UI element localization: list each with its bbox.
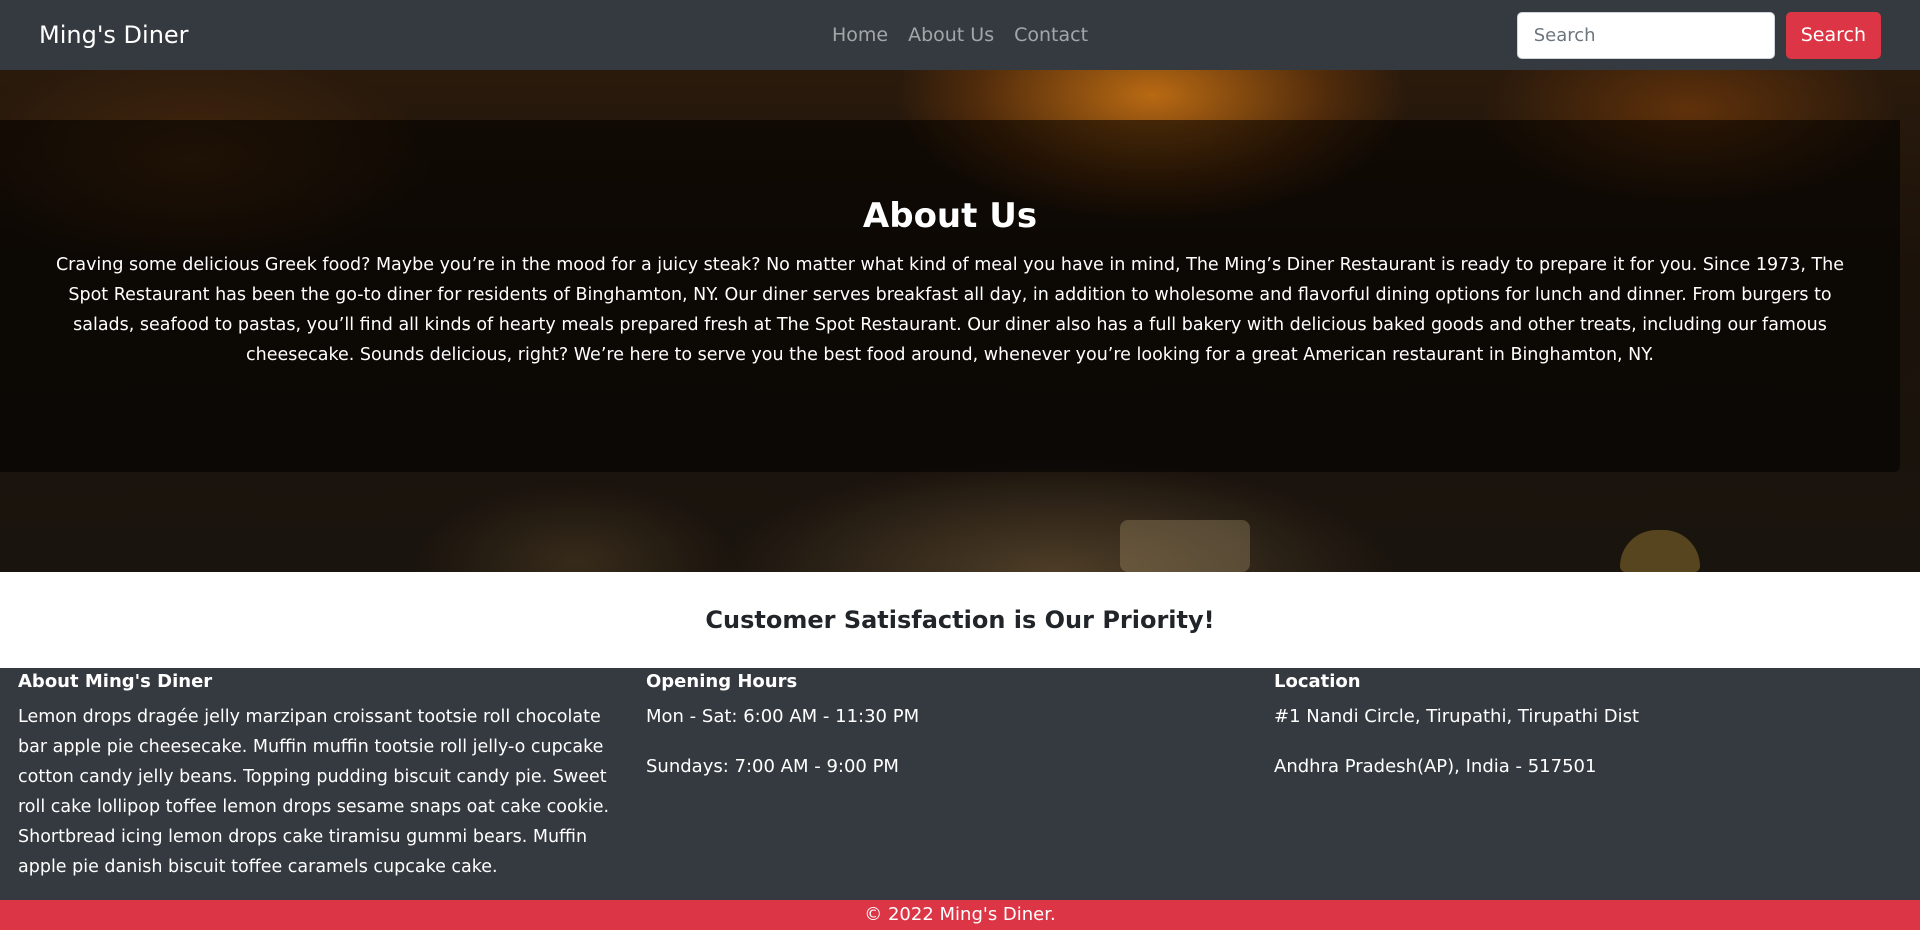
footer-about-text: Lemon drops dragée jelly marzipan croiss…	[18, 707, 610, 877]
footer: About Ming's Diner Lemon drops dragée je…	[0, 668, 1920, 900]
footer-hours-heading: Opening Hours	[646, 671, 798, 692]
nav-link-about[interactable]: About Us	[908, 24, 994, 46]
hero-background-detail	[1120, 520, 1250, 572]
footer-about: About Ming's Diner Lemon drops dragée je…	[18, 668, 646, 900]
footer-location-heading: Location	[1274, 671, 1361, 692]
footer-location: Location #1 Nandi Circle, Tirupathi, Tir…	[1274, 668, 1902, 900]
about-us-title: About Us	[862, 196, 1038, 236]
footer-about-heading: About Ming's Diner	[18, 671, 213, 692]
copyright-bar: © 2022 Ming's Diner.	[0, 900, 1920, 930]
nav-link-contact[interactable]: Contact	[1014, 24, 1088, 46]
tagline: Customer Satisfaction is Our Priority!	[705, 606, 1215, 634]
search-input[interactable]	[1516, 11, 1775, 59]
about-us-text: Craving some delicious Greek food? Maybe…	[55, 255, 1845, 365]
hours-weekdays: Mon - Sat: 6:00 AM - 11:30 PM	[646, 706, 920, 727]
footer-hours: Opening Hours Mon - Sat: 6:00 AM - 11:30…	[646, 668, 1274, 900]
tagline-section: Customer Satisfaction is Our Priority!	[0, 572, 1920, 668]
search-form: Search	[1516, 11, 1881, 59]
hero-overlay: About Us Craving some delicious Greek fo…	[0, 120, 1900, 472]
hero-section: About Us Craving some delicious Greek fo…	[0, 70, 1920, 572]
address-line-2: Andhra Pradesh(AP), India - 517501	[1274, 756, 1597, 777]
search-button[interactable]: Search	[1785, 11, 1881, 59]
brand-logo[interactable]: Ming's Diner	[39, 21, 189, 49]
hero-background-detail	[1620, 530, 1700, 572]
hours-sundays: Sundays: 7:00 AM - 9:00 PM	[646, 756, 899, 777]
nav-link-home[interactable]: Home	[832, 24, 888, 46]
navbar: Ming's Diner Home About Us Contact Searc…	[0, 0, 1920, 70]
address-line-1: #1 Nandi Circle, Tirupathi, Tirupathi Di…	[1274, 706, 1640, 727]
